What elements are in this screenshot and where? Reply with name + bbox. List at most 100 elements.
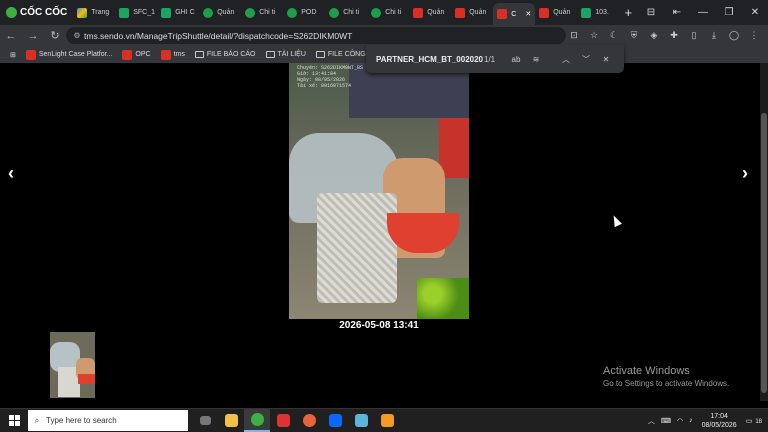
browser-toolbar: ← → ↻ ⚙ tms.sendo.vn/ManageTripShuttle/d… xyxy=(0,25,768,46)
reload-icon[interactable]: ↻ xyxy=(44,29,66,42)
scrollbar-thumb[interactable] xyxy=(761,113,767,393)
find-next-icon[interactable]: ﹀ xyxy=(576,54,596,65)
find-previous-icon[interactable]: ︿ xyxy=(556,54,576,65)
bookmark-folder[interactable]: FILE BÁO CÁO xyxy=(194,51,256,58)
notification-count: 18 xyxy=(755,418,762,425)
restore-icon[interactable]: ❐ xyxy=(716,7,742,18)
browser-tab[interactable]: Quản xyxy=(199,3,241,23)
bookmark-item[interactable]: tms xyxy=(160,49,185,60)
browser-brand[interactable]: CỐC CỐC xyxy=(0,0,73,25)
minimize-icon[interactable]: — xyxy=(690,7,716,18)
search-icon: ⌕ xyxy=(34,415,40,425)
browser-tab-label: GHI C xyxy=(175,9,195,16)
notes-app-icon[interactable] xyxy=(348,409,374,432)
input-language-icon[interactable]: ⌨ xyxy=(658,417,674,425)
taskbar-apps xyxy=(192,409,400,432)
back-tabs-icon[interactable]: ⇤ xyxy=(664,7,690,18)
start-button[interactable] xyxy=(0,409,28,432)
browser-tab[interactable]: POD xyxy=(283,3,325,23)
tab-search-icon[interactable]: ⊟ xyxy=(638,7,664,18)
browser-tab-label: POD xyxy=(301,9,317,16)
browser-tab[interactable]: C ✕ xyxy=(493,3,536,25)
image-viewer: ‹ › Chuyến: S262DIKM0WT_BS Giờ: 13:41:04… xyxy=(0,63,768,401)
chrome-like-icon[interactable] xyxy=(296,409,322,432)
green-favicon-icon xyxy=(329,7,340,18)
folder-icon xyxy=(315,51,325,58)
browser-tab[interactable]: Chi ti xyxy=(241,3,283,23)
previous-arrow-icon[interactable]: ‹ xyxy=(8,163,14,184)
browser-tab[interactable]: Quản xyxy=(451,3,493,23)
tray-chevron-icon[interactable]: ︿ xyxy=(645,416,658,426)
translate-icon[interactable]: ⊡ xyxy=(564,30,584,41)
bookmark-item[interactable]: OPC xyxy=(122,49,151,60)
browser-tab[interactable]: SFC_1 xyxy=(115,3,157,23)
sendo-icon xyxy=(25,49,36,60)
browser-tab[interactable]: Chi ti xyxy=(325,3,367,23)
bookmark-item[interactable]: SenLight Case Platfor... xyxy=(25,49,112,60)
gdrive-favicon-icon xyxy=(77,7,88,18)
browser-brand-label: CỐC CỐC xyxy=(20,7,68,18)
address-bar[interactable]: ⚙ tms.sendo.vn/ManageTripShuttle/detail/… xyxy=(66,27,566,44)
taskbar-clock[interactable]: 17:04 08/05/2026 xyxy=(696,412,743,430)
find-match-count: 1/1 xyxy=(484,54,496,64)
red-favicon-icon xyxy=(539,7,550,18)
browser-tab-label: Quản xyxy=(469,9,487,16)
forward-arrow-icon[interactable]: → xyxy=(22,30,44,42)
browser-tab[interactable]: Trang xyxy=(73,3,115,23)
file-explorer-icon[interactable] xyxy=(218,409,244,432)
find-input[interactable]: PARTNER_HCM_BT_002020 xyxy=(376,55,483,64)
new-tab-plus-icon[interactable]: + xyxy=(619,5,637,20)
browser-tab[interactable]: Quản xyxy=(535,3,577,23)
green-favicon-icon xyxy=(203,7,214,18)
browser-tab[interactable]: Chi ti xyxy=(367,3,409,23)
window-controls: ⊟ ⇤ — ❐ ✕ xyxy=(638,0,768,25)
browser-tab-label: Chi ti xyxy=(385,9,402,16)
page-scrollbar[interactable] xyxy=(760,63,768,401)
bookmark-star-icon[interactable]: ☆ xyxy=(584,30,604,41)
next-arrow-icon[interactable]: › xyxy=(742,163,748,184)
folder-icon xyxy=(265,51,275,58)
task-view-icon[interactable] xyxy=(192,409,218,432)
split-view-icon[interactable]: ▯ xyxy=(684,30,704,41)
browser-tab-label: C xyxy=(511,10,517,18)
browser-tab-label: Chi ti xyxy=(259,9,276,16)
apps-grid-icon[interactable]: ⊞ xyxy=(10,51,16,59)
find-options-icon[interactable]: ≋ xyxy=(526,55,546,64)
sheet-favicon-icon xyxy=(119,7,130,18)
find-close-icon[interactable]: ✕ xyxy=(596,55,616,64)
profile-icon[interactable]: ◯ xyxy=(724,30,744,41)
activate-title: Activate Windows xyxy=(603,365,690,377)
browser-tab[interactable]: 103. xyxy=(577,3,619,23)
volume-icon[interactable]: ♪ xyxy=(686,417,696,424)
browser-tab-label: Chi ti xyxy=(343,9,360,16)
menu-dots-icon[interactable]: ⋮ xyxy=(744,30,764,41)
sendo-icon xyxy=(160,49,171,60)
dark-mode-icon[interactable]: ☾ xyxy=(604,30,624,41)
taskbar-search[interactable]: ⌕ Type here to search xyxy=(28,410,188,431)
shield-icon[interactable]: ⛨ xyxy=(624,30,644,41)
browser-tab[interactable]: GHI C xyxy=(157,3,199,23)
notification-center-icon[interactable]: ▭ 18 xyxy=(743,417,768,425)
close-window-icon[interactable]: ✕ xyxy=(742,7,768,18)
browser-tab-label: Trang xyxy=(91,9,110,16)
site-info-icon[interactable]: ⚙ xyxy=(70,31,84,40)
extension-icon[interactable]: ◈ xyxy=(644,30,664,41)
bookmark-folder[interactable]: TÀI LIỆU xyxy=(265,51,306,58)
wifi-icon[interactable]: ◠ xyxy=(674,417,686,425)
zalo-icon[interactable] xyxy=(322,409,348,432)
sublime-icon[interactable] xyxy=(374,409,400,432)
coccoc-taskbar-icon[interactable] xyxy=(244,409,270,432)
find-bar: PARTNER_HCM_BT_002020 1/1 ab ≋ ︿ ﹀ ✕ xyxy=(366,45,624,73)
browser-tab[interactable]: Quản xyxy=(409,3,451,23)
browser-tab-label: SFC_1 xyxy=(133,9,156,16)
wps-office-icon[interactable] xyxy=(270,409,296,432)
photo-thumbnail[interactable] xyxy=(50,332,95,398)
tab-list: Trang SFC_1 GHI C Quản Chi ti POD Chi ti Chi ti… xyxy=(73,0,619,25)
sheet-favicon-icon xyxy=(581,7,592,18)
puzzle-icon[interactable]: ✚ xyxy=(664,30,684,41)
download-icon[interactable]: ⤓ xyxy=(704,30,724,41)
back-arrow-icon[interactable]: ← xyxy=(0,30,22,42)
match-case-icon[interactable]: ab xyxy=(506,55,526,64)
close-tab-icon[interactable]: ✕ xyxy=(525,10,531,18)
coccoc-logo-icon xyxy=(6,7,17,18)
